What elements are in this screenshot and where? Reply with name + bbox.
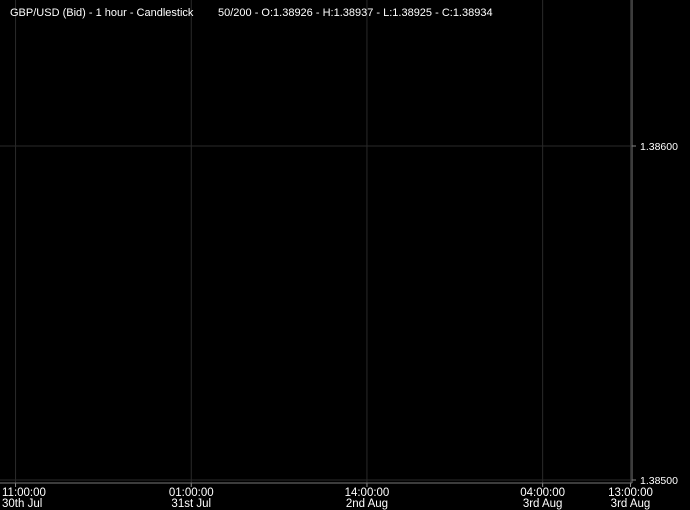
x-tick-date: 31st Jul [171,498,211,510]
candlestick-chart: 1.38934 1.400001.399001.398001.397001.39… [0,0,678,510]
x-tick-date: 3rd Aug [611,498,651,510]
y-axis-labels: 1.400001.399001.398001.397001.396001.395… [640,141,678,487]
x-tick-date: 2nd Aug [346,498,388,510]
x-axis-labels: 11:00:0030th Jul01:00:0031st Jul14:00:00… [2,487,653,510]
chart-title: GBP/USD (Bid) - 1 hour - Candlestick [10,7,194,19]
y-tick-label: 1.38500 [640,475,678,487]
axes [0,0,633,484]
x-tick-date: 30th Jul [2,498,42,510]
y-tick-label: 1.38600 [640,141,678,153]
grid-lines [0,0,636,487]
x-tick-date: 3rd Aug [523,498,563,510]
ohlc-readout: 50/200 - O:1.38926 - H:1.38937 - L:1.389… [218,7,493,19]
